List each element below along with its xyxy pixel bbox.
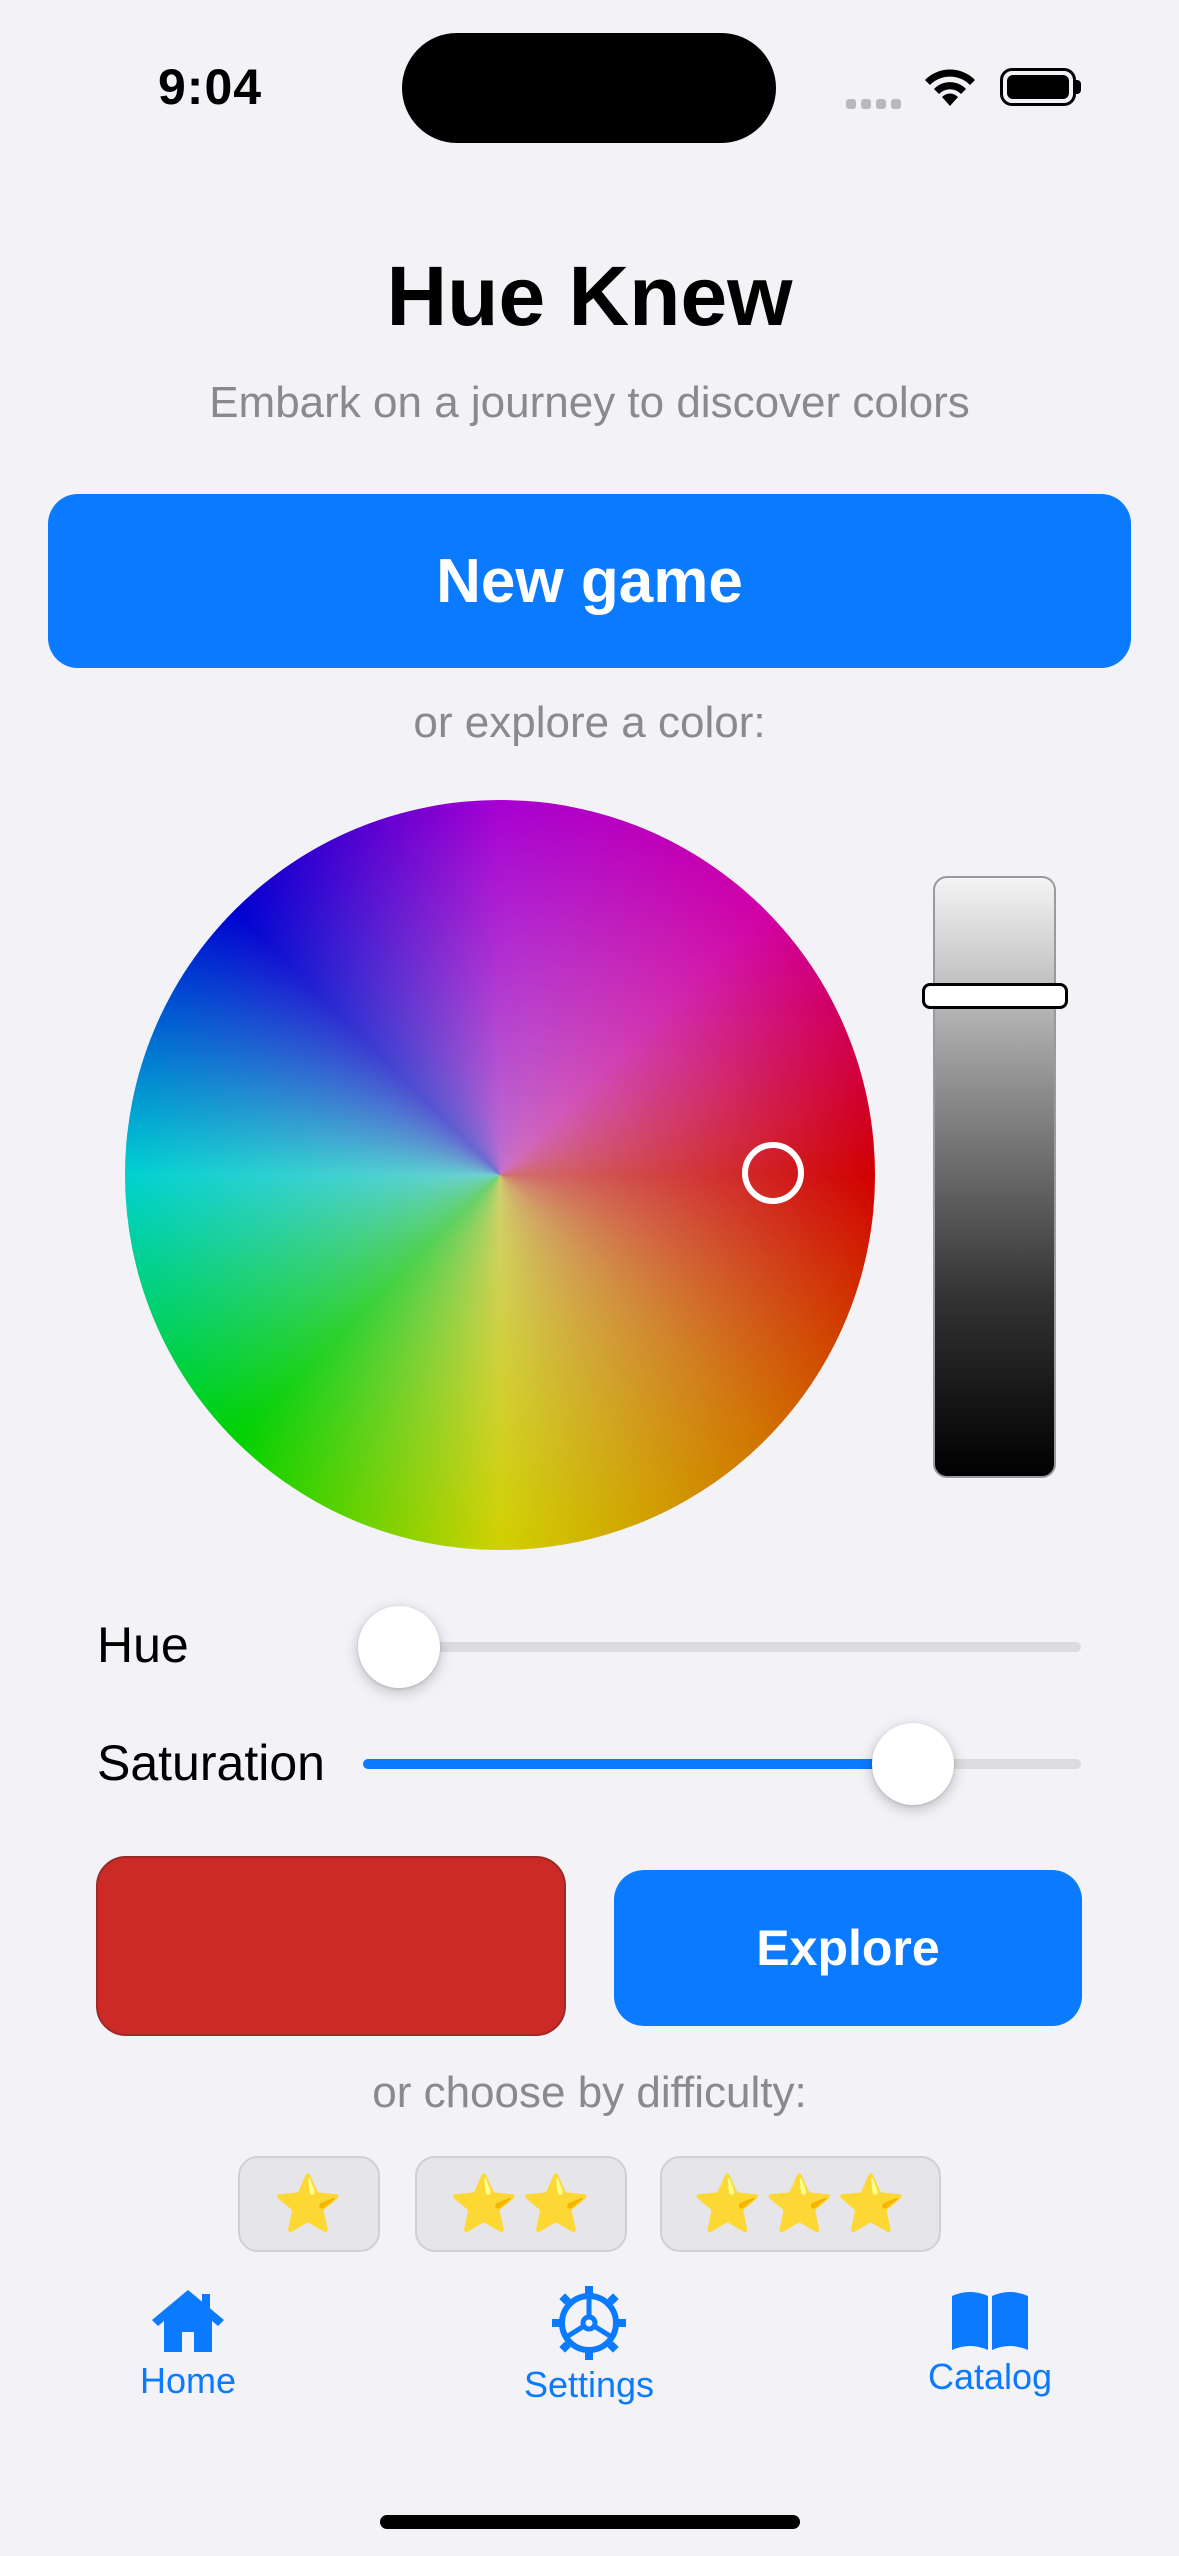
difficulty-hard-button[interactable]: ⭐⭐⭐ [660,2156,941,2252]
dynamic-island [402,33,776,143]
hue-label: Hue [97,1617,189,1673]
color-swatch [96,1856,566,2036]
saturation-slider-fill [363,1759,913,1769]
brightness-slider[interactable] [933,876,1056,1478]
difficulty-medium-button[interactable]: ⭐⭐ [415,2156,627,2252]
brightness-thumb[interactable] [922,983,1068,1009]
explore-button[interactable]: Explore [614,1870,1082,2026]
house-icon [152,2290,224,2352]
battery-icon [1000,68,1076,106]
app-title: Hue Knew [386,249,793,343]
saturation-label: Saturation [97,1735,325,1791]
app-subtitle: Embark on a journey to discover colors [209,378,970,427]
hue-slider-track[interactable] [363,1642,1081,1652]
new-game-button[interactable]: New game [48,494,1131,668]
difficulty-easy-button[interactable]: ⭐ [238,2156,380,2252]
wifi-icon [922,62,978,108]
hue-slider-thumb[interactable] [358,1606,440,1688]
gear-icon [552,2286,626,2360]
saturation-slider-thumb[interactable] [872,1723,954,1805]
tab-settings-label: Settings [523,2364,655,2405]
tab-catalog[interactable]: Catalog [870,2290,1110,2398]
explore-hint: or explore a color: [413,698,766,747]
tab-home[interactable]: Home [68,2286,308,2402]
color-wheel-marker[interactable] [742,1142,804,1204]
status-time: 9:04 [158,59,263,115]
difficulty-hint: or choose by difficulty: [372,2068,807,2117]
book-icon [952,2292,1028,2350]
home-indicator [380,2515,800,2529]
tab-home-label: Home [139,2360,237,2401]
battery-cap [1076,80,1081,94]
tab-settings[interactable]: Settings [469,2286,709,2406]
tab-catalog-label: Catalog [927,2356,1053,2397]
cellular-signal-icon [846,96,906,109]
